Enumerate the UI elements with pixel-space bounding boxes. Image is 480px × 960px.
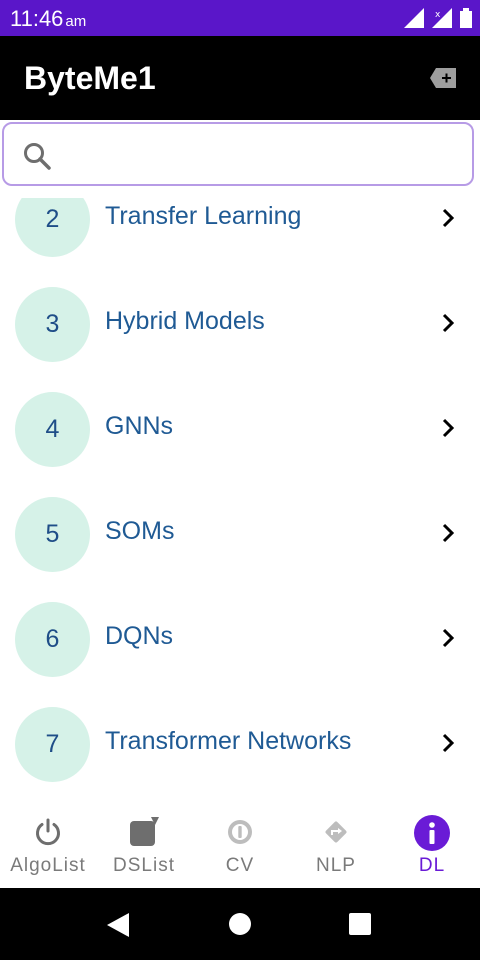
- item-number: 7: [15, 707, 90, 782]
- item-number: 4: [15, 392, 90, 467]
- list-item[interactable]: 7 Transformer Networks: [0, 707, 480, 804]
- nav-label: DL: [418, 855, 446, 876]
- backspace-plus-icon[interactable]: [430, 68, 456, 88]
- note-icon: [130, 817, 159, 846]
- chevron-right-icon: [442, 418, 455, 438]
- nav-label: AlgoList: [10, 855, 86, 876]
- nav-item-dl[interactable]: DL: [384, 805, 480, 888]
- power-icon: [36, 818, 60, 846]
- item-number: 2: [15, 198, 90, 257]
- info-icon: [414, 815, 450, 851]
- item-number: 6: [15, 602, 90, 677]
- list-item[interactable]: 5 SOMs: [0, 497, 480, 602]
- status-time-ampm: am: [65, 13, 87, 30]
- back-icon[interactable]: [107, 913, 131, 937]
- chevron-right-icon: [442, 733, 455, 753]
- list-item[interactable]: 4 GNNs: [0, 392, 480, 497]
- item-label: SOMs: [105, 517, 175, 545]
- search-icon: [24, 143, 51, 170]
- search-input[interactable]: [66, 136, 460, 176]
- info-circle-icon: [228, 820, 252, 844]
- nav-item-cv[interactable]: CV: [192, 805, 288, 888]
- recents-icon[interactable]: [349, 913, 371, 935]
- item-label: Hybrid Models: [105, 307, 265, 335]
- search-box[interactable]: [2, 122, 474, 186]
- bottom-nav: AlgoList DSList CV NLP DL: [0, 805, 480, 888]
- item-label: Transfer Learning: [105, 202, 302, 230]
- item-number: 3: [15, 287, 90, 362]
- status-icons: x: [404, 8, 472, 28]
- home-icon[interactable]: [229, 913, 251, 935]
- svg-text:x: x: [435, 10, 441, 20]
- chevron-right-icon: [442, 208, 455, 228]
- list-item[interactable]: 6 DQNs: [0, 602, 480, 707]
- nav-label: DSList: [113, 855, 175, 876]
- item-label: DQNs: [105, 622, 174, 650]
- nav-item-nlp[interactable]: NLP: [288, 805, 384, 888]
- chevron-right-icon: [442, 523, 455, 543]
- chevron-right-icon: [442, 313, 455, 333]
- chevron-right-icon: [442, 628, 455, 648]
- system-nav-bar: [0, 888, 480, 960]
- topic-list: 2 Transfer Learning 3 Hybrid Models 4 GN…: [0, 198, 480, 804]
- nav-item-algolist[interactable]: AlgoList: [0, 805, 96, 888]
- item-number: 5: [15, 497, 90, 572]
- app-bar: ByteMe1: [0, 36, 480, 120]
- nav-item-dslist[interactable]: DSList: [96, 805, 192, 888]
- app-title: ByteMe1: [24, 60, 156, 96]
- battery-icon: [460, 8, 472, 28]
- signal-icon: [404, 8, 424, 28]
- list-item[interactable]: 3 Hybrid Models: [0, 287, 480, 392]
- directions-icon: [325, 821, 347, 843]
- status-bar: 11:46 am x: [0, 0, 480, 36]
- item-label: GNNs: [105, 412, 174, 440]
- status-time-value: 11:46: [10, 6, 64, 31]
- nav-label: CV: [225, 855, 255, 876]
- item-label: Transformer Networks: [105, 727, 352, 755]
- status-time: 11:46 am: [10, 6, 86, 32]
- signal-x-icon: x: [432, 8, 452, 28]
- list-item[interactable]: 2 Transfer Learning: [0, 198, 480, 287]
- nav-label: NLP: [316, 855, 356, 876]
